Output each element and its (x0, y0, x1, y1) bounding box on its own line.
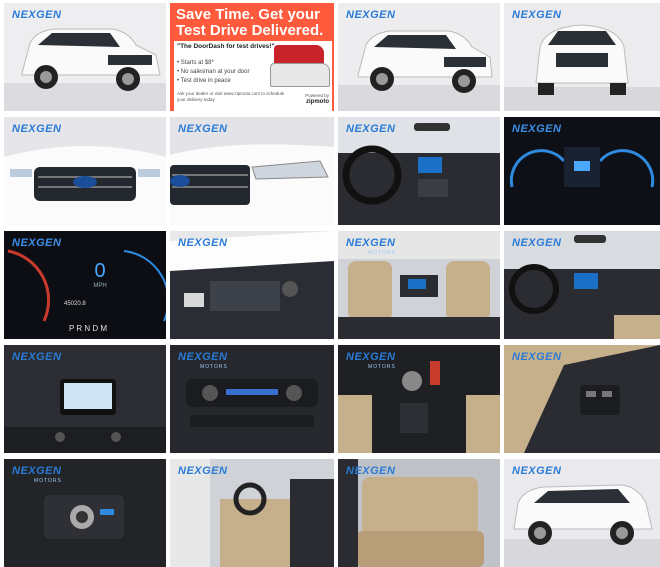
photo-engine-bay[interactable]: NEXGEN (170, 231, 334, 339)
zipmoto-logo: zipmoto (306, 99, 329, 105)
nexgen-logo: NEXGEN (178, 123, 228, 135)
nexgen-motors-sub: MOTORS (368, 250, 396, 256)
nexgen-logo: NEXGEN (346, 123, 396, 135)
nexgen-logo: NEXGEN (512, 351, 562, 363)
ad-title: Save Time. Get your Test Drive Delivered… (176, 6, 324, 39)
nexgen-motors-sub: MOTORS (368, 364, 396, 370)
nexgen-logo: NEXGEN (346, 351, 396, 363)
ad-quote: "The DoorDash for test drives!" (177, 43, 275, 50)
gear-indicator: P R N D M (69, 324, 107, 333)
photo-speedometer[interactable]: 0 MPH 45020.8 P R N D M NEXGEN (4, 231, 166, 339)
ad-bullet: • Test drive in peace (177, 78, 231, 84)
photo-rear-seats[interactable]: NEXGEN (338, 459, 500, 567)
nexgen-logo: NEXGEN (346, 237, 396, 249)
nexgen-logo: NEXGEN (346, 9, 396, 21)
nexgen-logo: NEXGEN (12, 351, 62, 363)
photo-rear-seat-view[interactable]: NEXGEN MOTORS (338, 231, 500, 339)
speed-readout: 0 (94, 260, 105, 282)
nexgen-logo: NEXGEN (512, 237, 562, 249)
nexgen-logo: NEXGEN (12, 123, 62, 135)
photo-door-switches[interactable]: NEXGEN (504, 345, 660, 453)
nexgen-logo: NEXGEN (512, 465, 562, 477)
nexgen-logo: NEXGEN (512, 9, 562, 21)
photo-exterior-front[interactable]: NEXGEN (504, 3, 660, 111)
ad-zipmoto[interactable]: Save Time. Get your Test Drive Delivered… (170, 3, 334, 111)
photo-headlight-switch[interactable]: NEXGEN MOTORS (4, 459, 166, 567)
photo-instrument-cluster[interactable]: NEXGEN (504, 117, 660, 225)
photo-gear-selector[interactable]: NEXGEN MOTORS (338, 345, 500, 453)
ad-footer: Ask your dealer or visit www.zipmoto.com… (177, 91, 285, 102)
white-truck-image (270, 63, 330, 87)
ad-bullets: • Starts at $8* • No salesman at your do… (177, 59, 249, 86)
photo-driver-door-open[interactable]: NEXGEN (170, 459, 334, 567)
photo-exterior-front-3q[interactable]: NEXGEN (4, 3, 166, 111)
photo-grille-closeup[interactable]: NEXGEN (4, 117, 166, 225)
nexgen-logo: NEXGEN (346, 465, 396, 477)
nexgen-logo: NEXGEN (12, 9, 62, 21)
photo-dashboard[interactable]: NEXGEN (338, 117, 500, 225)
nexgen-logo: NEXGEN (512, 123, 562, 135)
ad-bullet: • Starts at $8* (177, 60, 214, 66)
photo-gallery: NEXGEN Save Time. Get your Test Drive De… (0, 0, 660, 567)
nexgen-motors-sub: MOTORS (34, 478, 62, 484)
nexgen-logo: NEXGEN (178, 351, 228, 363)
photo-climate-controls[interactable]: NEXGEN MOTORS (170, 345, 334, 453)
odometer: 45020.8 (64, 301, 86, 307)
ad-bullet: • No salesman at your door (177, 69, 250, 75)
photo-infotainment[interactable]: NEXGEN (4, 345, 166, 453)
speed-unit: MPH (93, 283, 106, 289)
photo-exterior-front-3q-2[interactable]: NEXGEN (338, 3, 500, 111)
nexgen-logo: NEXGEN (12, 465, 62, 477)
ad-powered-by: Powered by zipmoto (305, 93, 329, 105)
nexgen-logo: NEXGEN (178, 237, 228, 249)
nexgen-logo: NEXGEN (178, 465, 228, 477)
photo-exterior-side[interactable]: NEXGEN (504, 459, 660, 567)
photo-cabin-front[interactable]: NEXGEN (504, 231, 660, 339)
photo-headlight-closeup[interactable]: NEXGEN (170, 117, 334, 225)
nexgen-logo: NEXGEN (12, 237, 62, 249)
nexgen-motors-sub: MOTORS (200, 364, 228, 370)
ad-body: "The DoorDash for test drives!" • Starts… (174, 41, 332, 111)
